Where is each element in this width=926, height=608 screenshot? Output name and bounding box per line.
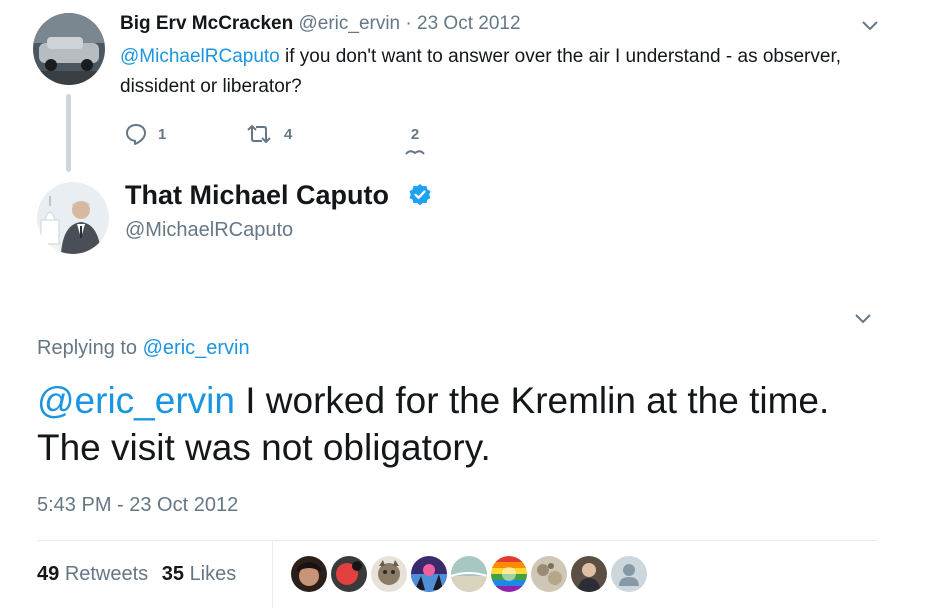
liker-avatar[interactable]	[371, 556, 407, 592]
liker-avatar[interactable]	[331, 556, 367, 592]
verified-badge-icon	[409, 184, 431, 206]
reply-count: 1	[158, 125, 167, 143]
main-display-name[interactable]: That Michael Caputo	[125, 180, 389, 211]
main-avatar[interactable]	[37, 182, 109, 254]
parent-tweet-text: @MichaelRCaputo if you don't want to ans…	[120, 42, 880, 102]
liker-avatar[interactable]	[611, 556, 647, 592]
retweets-count: 49	[37, 563, 60, 585]
main-mention-link[interactable]: @eric_ervin	[37, 380, 235, 421]
parent-avatar[interactable]	[33, 13, 105, 85]
parent-date[interactable]: 23 Oct 2012	[417, 13, 521, 34]
reply-icon	[126, 124, 146, 145]
retweet-action[interactable]: 4	[244, 122, 292, 146]
main-handle[interactable]: @MichaelRCaputo	[125, 219, 293, 242]
parent-mention-link[interactable]: @MichaelRCaputo	[120, 46, 280, 67]
like-action[interactable]: 2	[404, 126, 426, 155]
verified-badge	[408, 183, 432, 212]
retweets-stat[interactable]: 49 Retweets	[37, 563, 154, 585]
divider	[37, 540, 877, 541]
header-separator: ·	[405, 13, 412, 34]
like-icon	[405, 150, 425, 155]
parent-display-name[interactable]: Big Erv McCracken	[120, 13, 293, 34]
thread-line	[66, 94, 71, 172]
chevron-down-icon	[862, 21, 878, 31]
engagement-stats: 49 Retweets 35 Likes	[37, 563, 236, 586]
likes-stat[interactable]: 35 Likes	[162, 563, 237, 585]
retweet-count: 4	[284, 125, 293, 143]
like-count: 2	[410, 126, 420, 143]
replying-to-line: Replying to @eric_ervin	[37, 337, 250, 360]
reply-action[interactable]: 1	[124, 122, 166, 146]
main-menu-button[interactable]	[855, 311, 871, 329]
liker-avatar[interactable]	[531, 556, 567, 592]
retweet-icon	[247, 125, 271, 143]
parent-menu-button[interactable]	[862, 18, 878, 36]
replying-prefix: Replying to	[37, 337, 143, 359]
parent-header: Big Erv McCracken @eric_ervin · 23 Oct 2…	[120, 13, 521, 35]
tweet-timestamp[interactable]: 5:43 PM - 23 Oct 2012	[37, 494, 238, 517]
liker-avatar[interactable]	[451, 556, 487, 592]
retweets-label: Retweets	[64, 563, 149, 585]
liker-avatar[interactable]	[411, 556, 447, 592]
liker-avatar[interactable]	[571, 556, 607, 592]
likes-count: 35	[161, 563, 184, 585]
replying-to-link[interactable]: @eric_ervin	[143, 337, 250, 359]
likes-label: Likes	[189, 563, 237, 585]
main-tweet-text: @eric_ervin I worked for the Kremlin at …	[37, 377, 867, 471]
liker-avatars	[291, 556, 647, 592]
default-avatar-icon	[623, 564, 635, 576]
parent-handle[interactable]: @eric_ervin	[298, 13, 400, 34]
liker-avatar[interactable]	[491, 556, 527, 592]
liker-avatar[interactable]	[291, 556, 327, 592]
stats-separator	[272, 541, 273, 608]
chevron-down-icon	[855, 314, 871, 324]
